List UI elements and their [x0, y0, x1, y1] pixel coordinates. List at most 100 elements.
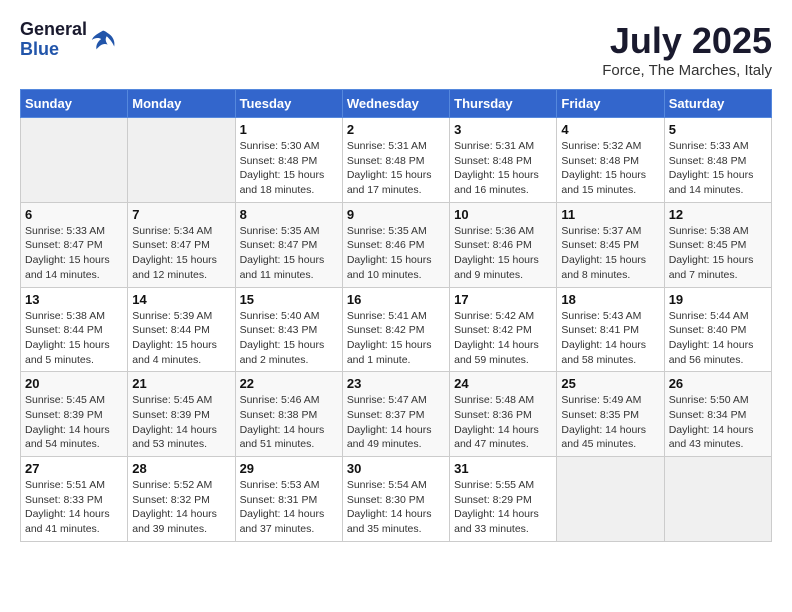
- day-detail: Sunrise: 5:53 AM Sunset: 8:31 PM Dayligh…: [240, 478, 338, 537]
- day-number: 31: [454, 461, 552, 476]
- day-number: 1: [240, 122, 338, 137]
- calendar-cell: 16 Sunrise: 5:41 AM Sunset: 8:42 PM Dayli…: [342, 287, 449, 372]
- day-detail: Sunrise: 5:38 AM Sunset: 8:45 PM Dayligh…: [669, 224, 767, 283]
- calendar-cell: 9 Sunrise: 5:35 AM Sunset: 8:46 PM Daylig…: [342, 202, 449, 287]
- day-number: 30: [347, 461, 445, 476]
- day-detail: Sunrise: 5:49 AM Sunset: 8:35 PM Dayligh…: [561, 393, 659, 452]
- calendar-cell: 2 Sunrise: 5:31 AM Sunset: 8:48 PM Daylig…: [342, 118, 449, 203]
- day-detail: Sunrise: 5:45 AM Sunset: 8:39 PM Dayligh…: [25, 393, 123, 452]
- day-detail: Sunrise: 5:32 AM Sunset: 8:48 PM Dayligh…: [561, 139, 659, 198]
- day-number: 7: [132, 207, 230, 222]
- calendar-cell: [128, 118, 235, 203]
- day-detail: Sunrise: 5:38 AM Sunset: 8:44 PM Dayligh…: [25, 309, 123, 368]
- day-number: 25: [561, 376, 659, 391]
- day-number: 22: [240, 376, 338, 391]
- weekday-header: Thursday: [450, 90, 557, 118]
- calendar-cell: 7Sunrise: 5:34 AM Sunset: 8:47 PM Daylig…: [128, 202, 235, 287]
- weekday-header: Sunday: [21, 90, 128, 118]
- day-detail: Sunrise: 5:55 AM Sunset: 8:29 PM Dayligh…: [454, 478, 552, 537]
- day-number: 8: [240, 207, 338, 222]
- day-detail: Sunrise: 5:42 AM Sunset: 8:42 PM Dayligh…: [454, 309, 552, 368]
- calendar-cell: 15Sunrise: 5:40 AM Sunset: 8:43 PM Dayli…: [235, 287, 342, 372]
- weekday-header: Friday: [557, 90, 664, 118]
- month-year: July 2025: [602, 20, 772, 62]
- day-detail: Sunrise: 5:33 AM Sunset: 8:47 PM Dayligh…: [25, 224, 123, 283]
- day-number: 19: [669, 292, 767, 307]
- calendar-cell: 6 Sunrise: 5:33 AM Sunset: 8:47 PM Daylig…: [21, 202, 128, 287]
- day-detail: Sunrise: 5:35 AM Sunset: 8:47 PM Dayligh…: [240, 224, 338, 283]
- day-detail: Sunrise: 5:44 AM Sunset: 8:40 PM Dayligh…: [669, 309, 767, 368]
- day-number: 5: [669, 122, 767, 137]
- day-detail: Sunrise: 5:33 AM Sunset: 8:48 PM Dayligh…: [669, 139, 767, 198]
- day-number: 2: [347, 122, 445, 137]
- day-detail: Sunrise: 5:36 AM Sunset: 8:46 PM Dayligh…: [454, 224, 552, 283]
- calendar-week-row: 20 Sunrise: 5:45 AM Sunset: 8:39 PM Dayli…: [21, 372, 772, 457]
- title-block: July 2025 Force, The Marches, Italy: [602, 20, 772, 79]
- calendar-week-row: 27 Sunrise: 5:51 AM Sunset: 8:33 PM Dayli…: [21, 457, 772, 542]
- weekday-header-row: SundayMondayTuesdayWednesdayThursdayFrid…: [21, 90, 772, 118]
- calendar-cell: 12 Sunrise: 5:38 AM Sunset: 8:45 PM Dayli…: [664, 202, 771, 287]
- logo-bird-icon: [89, 26, 117, 54]
- day-detail: Sunrise: 5:35 AM Sunset: 8:46 PM Dayligh…: [347, 224, 445, 283]
- day-number: 16: [347, 292, 445, 307]
- weekday-header: Wednesday: [342, 90, 449, 118]
- day-detail: Sunrise: 5:45 AM Sunset: 8:39 PM Dayligh…: [132, 393, 230, 452]
- day-detail: Sunrise: 5:50 AM Sunset: 8:34 PM Dayligh…: [669, 393, 767, 452]
- calendar-cell: 24Sunrise: 5:48 AM Sunset: 8:36 PM Dayli…: [450, 372, 557, 457]
- day-detail: Sunrise: 5:40 AM Sunset: 8:43 PM Dayligh…: [240, 309, 338, 368]
- day-detail: Sunrise: 5:46 AM Sunset: 8:38 PM Dayligh…: [240, 393, 338, 452]
- day-number: 23: [347, 376, 445, 391]
- calendar-cell: 25 Sunrise: 5:49 AM Sunset: 8:35 PM Dayli…: [557, 372, 664, 457]
- calendar-table: SundayMondayTuesdayWednesdayThursdayFrid…: [20, 89, 772, 542]
- calendar-cell: 1Sunrise: 5:30 AM Sunset: 8:48 PM Daylig…: [235, 118, 342, 203]
- calendar-cell: 10 Sunrise: 5:36 AM Sunset: 8:46 PM Dayli…: [450, 202, 557, 287]
- calendar-cell: 19 Sunrise: 5:44 AM Sunset: 8:40 PM Dayli…: [664, 287, 771, 372]
- weekday-header: Monday: [128, 90, 235, 118]
- day-detail: Sunrise: 5:47 AM Sunset: 8:37 PM Dayligh…: [347, 393, 445, 452]
- day-number: 10: [454, 207, 552, 222]
- calendar-cell: 29 Sunrise: 5:53 AM Sunset: 8:31 PM Dayli…: [235, 457, 342, 542]
- day-detail: Sunrise: 5:41 AM Sunset: 8:42 PM Dayligh…: [347, 309, 445, 368]
- day-number: 12: [669, 207, 767, 222]
- calendar-cell: 8 Sunrise: 5:35 AM Sunset: 8:47 PM Daylig…: [235, 202, 342, 287]
- day-number: 26: [669, 376, 767, 391]
- day-detail: Sunrise: 5:31 AM Sunset: 8:48 PM Dayligh…: [454, 139, 552, 198]
- day-number: 24: [454, 376, 552, 391]
- day-number: 6: [25, 207, 123, 222]
- weekday-header: Tuesday: [235, 90, 342, 118]
- day-number: 9: [347, 207, 445, 222]
- calendar-cell: 30Sunrise: 5:54 AM Sunset: 8:30 PM Dayli…: [342, 457, 449, 542]
- calendar-cell: 5 Sunrise: 5:33 AM Sunset: 8:48 PM Daylig…: [664, 118, 771, 203]
- day-detail: Sunrise: 5:51 AM Sunset: 8:33 PM Dayligh…: [25, 478, 123, 537]
- logo-blue-text: Blue: [20, 40, 87, 60]
- day-number: 18: [561, 292, 659, 307]
- calendar-cell: 27 Sunrise: 5:51 AM Sunset: 8:33 PM Dayli…: [21, 457, 128, 542]
- calendar-cell: 21 Sunrise: 5:45 AM Sunset: 8:39 PM Dayli…: [128, 372, 235, 457]
- day-detail: Sunrise: 5:43 AM Sunset: 8:41 PM Dayligh…: [561, 309, 659, 368]
- calendar-cell: 31 Sunrise: 5:55 AM Sunset: 8:29 PM Dayli…: [450, 457, 557, 542]
- day-number: 20: [25, 376, 123, 391]
- calendar-cell: 4Sunrise: 5:32 AM Sunset: 8:48 PM Daylig…: [557, 118, 664, 203]
- calendar-cell: 14Sunrise: 5:39 AM Sunset: 8:44 PM Dayli…: [128, 287, 235, 372]
- day-number: 13: [25, 292, 123, 307]
- day-number: 29: [240, 461, 338, 476]
- calendar-cell: 17 Sunrise: 5:42 AM Sunset: 8:42 PM Dayli…: [450, 287, 557, 372]
- calendar-cell: 23 Sunrise: 5:47 AM Sunset: 8:37 PM Dayli…: [342, 372, 449, 457]
- logo-general-text: General: [20, 20, 87, 40]
- day-detail: Sunrise: 5:31 AM Sunset: 8:48 PM Dayligh…: [347, 139, 445, 198]
- day-number: 21: [132, 376, 230, 391]
- calendar-cell: 3Sunrise: 5:31 AM Sunset: 8:48 PM Daylig…: [450, 118, 557, 203]
- calendar-week-row: 13 Sunrise: 5:38 AM Sunset: 8:44 PM Dayli…: [21, 287, 772, 372]
- location: Force, The Marches, Italy: [602, 62, 772, 79]
- day-number: 11: [561, 207, 659, 222]
- day-number: 28: [132, 461, 230, 476]
- day-number: 17: [454, 292, 552, 307]
- calendar-cell: [664, 457, 771, 542]
- calendar-cell: 26 Sunrise: 5:50 AM Sunset: 8:34 PM Dayli…: [664, 372, 771, 457]
- day-number: 27: [25, 461, 123, 476]
- calendar-week-row: 1Sunrise: 5:30 AM Sunset: 8:48 PM Daylig…: [21, 118, 772, 203]
- page-header: General Blue July 2025 Force, The Marche…: [20, 20, 772, 79]
- calendar-cell: 28Sunrise: 5:52 AM Sunset: 8:32 PM Dayli…: [128, 457, 235, 542]
- weekday-header: Saturday: [664, 90, 771, 118]
- calendar-cell: 13 Sunrise: 5:38 AM Sunset: 8:44 PM Dayli…: [21, 287, 128, 372]
